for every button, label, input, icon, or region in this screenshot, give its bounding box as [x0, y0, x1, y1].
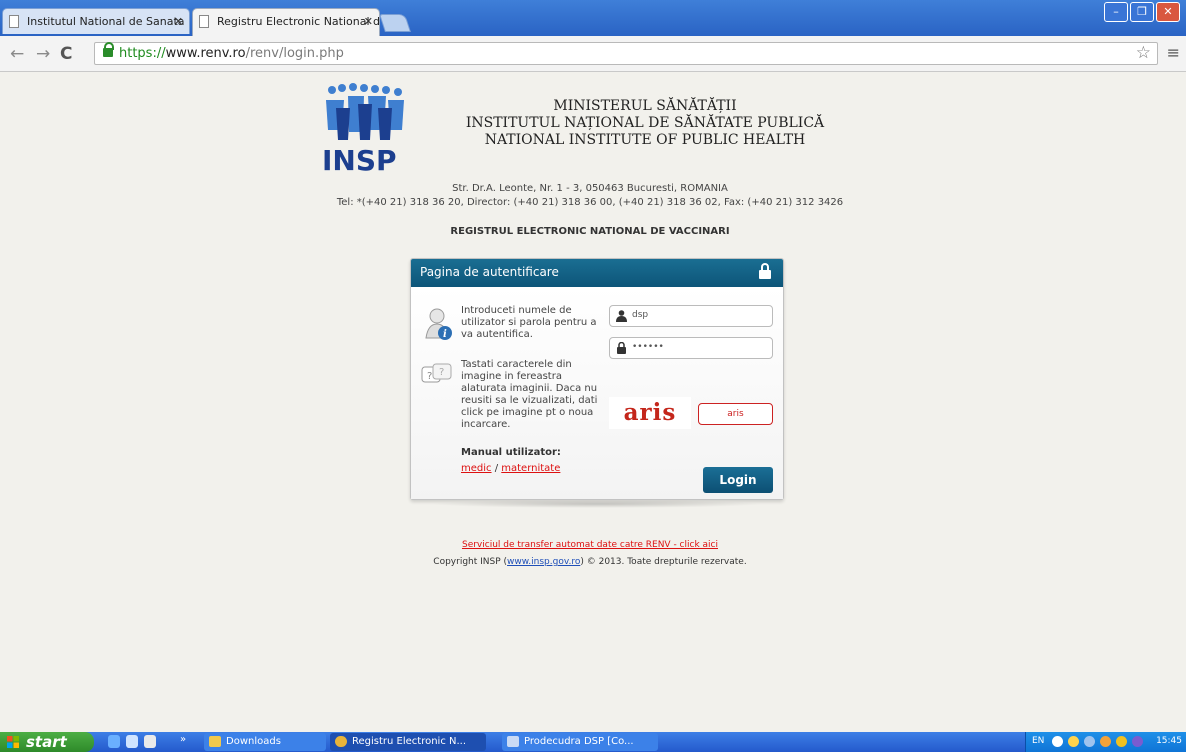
user-icon: [616, 310, 627, 322]
language-indicator[interactable]: EN: [1032, 736, 1044, 746]
svg-text:?: ?: [439, 367, 444, 378]
registry-title: REGISTRUL ELECTRONIC NATIONAL DE VACCINA…: [450, 226, 730, 237]
tray-expand-icon[interactable]: [1052, 736, 1063, 747]
contact-info: Str. Dr.A. Leonte, Nr. 1 - 3, 050463 Buc…: [290, 182, 890, 210]
taskbar-item-document[interactable]: Prodecudra DSP [Co...: [502, 733, 658, 751]
ministry-name: MINISTERUL SĂNĂTĂȚII: [553, 98, 737, 114]
network-icon[interactable]: [1068, 736, 1079, 747]
username-field[interactable]: dsp: [609, 305, 773, 327]
login-button[interactable]: Login: [703, 467, 773, 493]
new-tab-button[interactable]: [379, 14, 411, 32]
document-icon: [199, 15, 209, 28]
login-instructions: Introduceti numele de utilizator si paro…: [461, 305, 597, 340]
address-bar[interactable]: https://www.renv.ro/renv/login.php ☆: [94, 42, 1158, 65]
copyright: Copyright INSP (www.insp.gov.ro) © 2013.…: [340, 557, 840, 567]
address-line: Str. Dr.A. Leonte, Nr. 1 - 3, 050463 Buc…: [452, 183, 728, 194]
svg-text:?: ?: [427, 371, 432, 382]
system-tray: EN 15:45: [1025, 732, 1186, 752]
institution-header: MINISTERUL SĂNĂTĂȚII INSTITUTUL NAȚIONAL…: [440, 98, 850, 149]
taskbar: start » Downloads Registru Electronic N.…: [0, 732, 1186, 752]
transfer-service-link[interactable]: Serviciul de transfer automat date catre…: [462, 540, 718, 550]
manual-links: medic / maternitate: [461, 463, 560, 474]
manual-label: Manual utilizator:: [461, 447, 561, 458]
close-window-button[interactable]: ✕: [1156, 2, 1180, 22]
taskbar-item-label: Downloads: [226, 736, 281, 747]
captcha-image[interactable]: aris: [609, 397, 691, 429]
chrome-icon: [335, 736, 347, 747]
app-tray-icon[interactable]: [1132, 736, 1143, 747]
page-content: INSP MINISTERUL SĂNĂTĂȚII INSTITUTUL NAȚ…: [0, 72, 1186, 708]
back-arrow-icon[interactable]: ←: [10, 44, 24, 64]
manual-medic-link[interactable]: medic: [461, 463, 492, 474]
close-tab-icon[interactable]: ✕: [174, 9, 183, 34]
tab-insp[interactable]: Institutul National de Sanata ✕: [2, 8, 190, 34]
password-field[interactable]: ••••••: [609, 337, 773, 359]
captcha-image-text: aris: [623, 399, 677, 426]
monitor-icon[interactable]: [1084, 736, 1095, 747]
insp-website-link[interactable]: www.insp.gov.ro: [507, 557, 580, 567]
captcha-instructions: Tastati caracterele din imagine in ferea…: [461, 359, 598, 430]
windows-flag-icon: [7, 736, 19, 748]
tab-title: Registru Electronic National d: [217, 15, 380, 28]
manual-separator: /: [491, 463, 502, 474]
lock-icon: [103, 42, 114, 57]
start-label: start: [26, 733, 67, 751]
transfer-service: Serviciul de transfer automat date catre…: [390, 540, 790, 550]
password-value: ••••••: [632, 342, 664, 352]
captcha-input[interactable]: aris: [698, 403, 773, 425]
copyright-suffix: ) © 2013. Toate drepturile rezervate.: [580, 557, 747, 567]
phone-line: Tel: *(+40 21) 318 36 20, Director: (+40…: [336, 197, 844, 208]
username-value: dsp: [632, 310, 649, 320]
minimize-button[interactable]: –: [1104, 2, 1128, 22]
document-app-icon: [507, 736, 519, 747]
user-info-icon: i: [425, 308, 452, 340]
lock-icon: [617, 342, 626, 354]
taskbar-item-browser[interactable]: Registru Electronic N...: [330, 733, 486, 751]
maximize-button[interactable]: ❐: [1130, 2, 1154, 22]
warning-tray-icon[interactable]: [1116, 736, 1127, 747]
menu-icon[interactable]: ≡: [1167, 43, 1180, 62]
taskbar-item-label: Registru Electronic N...: [352, 736, 467, 747]
copyright-prefix: Copyright INSP (: [433, 557, 508, 567]
folder-icon: [209, 736, 221, 747]
manual-maternitate-link[interactable]: maternitate: [501, 463, 560, 474]
clock: 15:45: [1156, 736, 1182, 746]
taskbar-item-downloads[interactable]: Downloads: [204, 733, 326, 751]
login-panel: Pagina de autentificare i Introduceti nu…: [410, 258, 784, 500]
document-icon: [9, 15, 19, 28]
window-controls: – ❐ ✕: [1104, 2, 1180, 22]
close-tab-icon[interactable]: ✕: [364, 9, 373, 35]
padlock-icon: [759, 263, 771, 279]
tab-renv[interactable]: Registru Electronic National d ✕: [192, 8, 380, 36]
login-panel-header: Pagina de autentificare: [411, 259, 783, 287]
chat-tray-icon[interactable]: [1100, 736, 1111, 747]
forward-arrow-icon[interactable]: →: [36, 44, 50, 64]
svg-text:i: i: [443, 329, 447, 340]
url-text: https://www.renv.ro/renv/login.php: [119, 46, 344, 61]
logo-text: INSP: [322, 144, 397, 176]
taskbar-item-label: Prodecudra DSP [Co...: [524, 736, 634, 747]
internet-explorer-icon[interactable]: [108, 735, 120, 748]
institute-name-ro: INSTITUTUL NAȚIONAL DE SĂNĂTATE PUBLICĂ: [465, 115, 825, 131]
reload-icon[interactable]: C: [60, 44, 72, 64]
quicklaunch-expand-icon[interactable]: »: [180, 734, 186, 745]
bookmark-star-icon[interactable]: ☆: [1136, 43, 1151, 63]
help-bubble-icon: ? ?: [421, 363, 452, 383]
browser-toolbar: ← → C https://www.renv.ro/renv/login.php…: [0, 36, 1186, 72]
login-panel-title: Pagina de autentificare: [420, 265, 559, 279]
browser-quicklaunch-icon[interactable]: [126, 735, 138, 748]
browser-title-bar: Institutul National de Sanata ✕ Registru…: [0, 0, 1186, 36]
tab-title: Institutul National de Sanata: [27, 15, 185, 28]
start-button[interactable]: start: [0, 732, 94, 752]
notepad-icon[interactable]: [144, 735, 156, 748]
institute-name-en: NATIONAL INSTITUTE OF PUBLIC HEALTH: [484, 132, 806, 148]
insp-logo: INSP: [322, 83, 404, 176]
panel-shadow: [430, 500, 764, 508]
login-panel-body: i Introduceti numele de utilizator si pa…: [411, 287, 783, 499]
